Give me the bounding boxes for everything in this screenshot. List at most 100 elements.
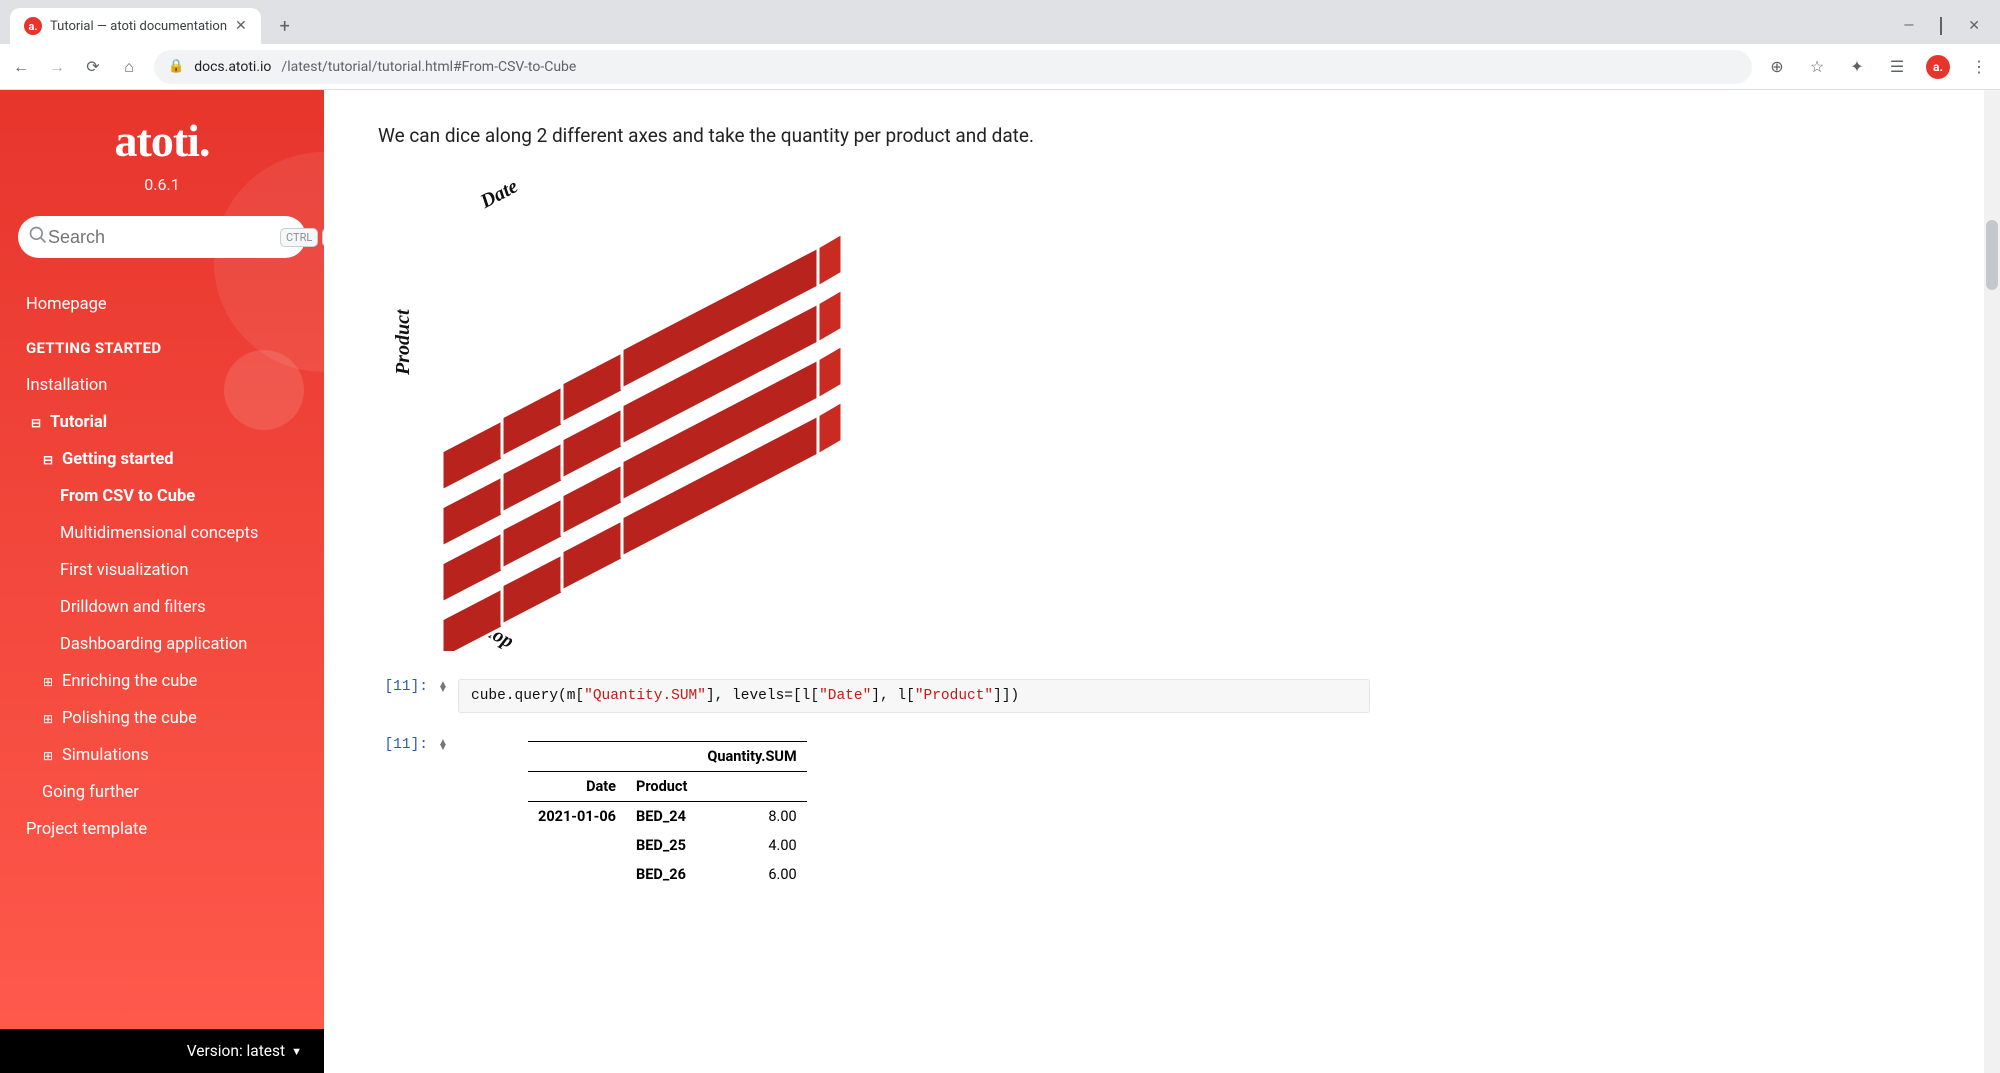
collapse-icon[interactable]: ⊟ xyxy=(30,416,42,430)
zoom-icon[interactable]: ⊕ xyxy=(1766,56,1788,78)
browser-titlebar: a. Tutorial — atoti documentation ✕ + — … xyxy=(0,0,2000,44)
axis-product-label: Product xyxy=(392,309,415,375)
code-frag: "Quantity.SUM" xyxy=(584,688,706,704)
browser-tab[interactable]: a. Tutorial — atoti documentation ✕ xyxy=(10,8,261,44)
output-table: Quantity.SUM DateProduct 2021-01-06 BED_… xyxy=(528,741,807,889)
intro-text: We can dice along 2 different axes and t… xyxy=(378,124,1370,147)
star-icon[interactable]: ☆ xyxy=(1806,56,1828,78)
sidebar-item-getting-started[interactable]: ⊟ Getting started xyxy=(0,441,324,478)
nav-label: Homepage xyxy=(26,295,107,314)
tab-favicon: a. xyxy=(24,17,42,35)
close-icon[interactable]: ✕ xyxy=(235,18,247,34)
cube-graphic xyxy=(442,211,872,651)
home-icon[interactable]: ⌂ xyxy=(118,56,140,78)
code-frag: "Date" xyxy=(819,688,871,704)
code-frag: cube.query(m[ xyxy=(471,688,584,704)
nav-label: From CSV to Cube xyxy=(60,487,195,506)
sidebar-item-from-csv[interactable]: From CSV to Cube xyxy=(0,478,324,515)
expand-icon[interactable]: ⊞ xyxy=(42,749,54,763)
nav-label: Tutorial xyxy=(50,413,107,432)
nav-label: Installation xyxy=(26,376,107,395)
minimize-icon[interactable]: — xyxy=(1903,18,1914,34)
code-cell-out: [11]: ▲▼ Quantity.SUM DateProduct 2021-0… xyxy=(378,737,1370,889)
nav-label: Project template xyxy=(26,820,147,839)
sidebar-item-enriching[interactable]: ⊞ Enriching the cube xyxy=(0,663,324,700)
code-box[interactable]: cube.query(m["Quantity.SUM"], levels=[l[… xyxy=(458,679,1370,713)
cell-value: 6.00 xyxy=(697,860,806,889)
cell-date xyxy=(528,860,626,889)
search-box[interactable]: CTRL K xyxy=(18,216,306,258)
sidebar-item-project-template[interactable]: Project template xyxy=(0,811,324,848)
cell-stepper-icon[interactable]: ▲▼ xyxy=(438,737,448,750)
tab-title: Tutorial — atoti documentation xyxy=(50,19,227,34)
cell-product: BED_24 xyxy=(626,802,697,832)
cell-date: 2021-01-06 xyxy=(528,802,626,832)
nav-label: Drilldown and filters xyxy=(60,598,206,617)
search-input[interactable] xyxy=(48,227,280,248)
cell-stepper-icon[interactable]: ▲▼ xyxy=(438,679,448,692)
window-controls: — ✕ xyxy=(1877,18,2000,44)
lock-icon: 🔒 xyxy=(168,59,184,74)
close-window-icon[interactable]: ✕ xyxy=(1968,18,1980,34)
nav-label: Enriching the cube xyxy=(62,672,197,691)
sidebar-item-drilldown[interactable]: Drilldown and filters xyxy=(0,589,324,626)
cell-date xyxy=(528,831,626,860)
version-selector[interactable]: Version: latest ▼ xyxy=(0,1029,324,1073)
nav-label: Dashboarding application xyxy=(60,635,247,654)
kebab-menu-icon[interactable]: ⋮ xyxy=(1968,56,1990,78)
caret-down-icon: ▼ xyxy=(291,1045,302,1058)
sidebar-item-dashboarding[interactable]: Dashboarding application xyxy=(0,626,324,663)
browser-toolbar: ← → ⟳ ⌂ 🔒 docs.atoti.io/latest/tutorial/… xyxy=(0,44,2000,90)
collapse-icon[interactable]: ⊟ xyxy=(42,453,54,467)
cell-product: BED_26 xyxy=(626,860,697,889)
logo: atoti. xyxy=(0,114,324,167)
reading-list-icon[interactable]: ☰ xyxy=(1886,56,1908,78)
forward-icon[interactable]: → xyxy=(46,56,68,78)
maximize-icon[interactable] xyxy=(1940,18,1942,34)
decor-circle-small xyxy=(224,350,304,430)
search-icon xyxy=(28,225,48,249)
code-cell-in: [11]: ▲▼ cube.query(m["Quantity.SUM"], l… xyxy=(378,679,1370,713)
version-label: Version: latest xyxy=(187,1042,285,1060)
profile-avatar[interactable]: a. xyxy=(1926,55,1950,79)
table-row: 2021-01-06 BED_24 8.00 xyxy=(528,802,807,832)
url-host: docs.atoti.io xyxy=(194,59,271,75)
cube-diagram: Date Product Shop xyxy=(372,175,892,655)
cell-value: 4.00 xyxy=(697,831,806,860)
nav-label: First visualization xyxy=(60,561,188,580)
sidebar-version: 0.6.1 xyxy=(0,175,324,194)
in-prompt-label: [11]: xyxy=(378,679,428,695)
extensions-icon[interactable]: ✦ xyxy=(1846,56,1868,78)
col-date: Date xyxy=(528,772,626,802)
col-product: Product xyxy=(626,772,697,802)
address-bar[interactable]: 🔒 docs.atoti.io/latest/tutorial/tutorial… xyxy=(154,50,1752,84)
table-row: BED_25 4.00 xyxy=(528,831,807,860)
scrollbar-thumb[interactable] xyxy=(1986,220,1998,290)
kbd-ctrl: CTRL xyxy=(280,228,318,247)
nav-label: Going further xyxy=(42,783,139,802)
sidebar-item-simulations[interactable]: ⊞Simulations xyxy=(0,737,324,774)
new-tab-button[interactable]: + xyxy=(271,12,299,40)
nav-label: Getting started xyxy=(62,450,174,469)
sidebar-item-first-vis[interactable]: First visualization xyxy=(0,552,324,589)
scrollbar[interactable] xyxy=(1984,90,2000,1073)
expand-icon[interactable]: ⊞ xyxy=(42,712,54,726)
reload-icon[interactable]: ⟳ xyxy=(82,56,104,78)
code-frag: ], levels=[l[ xyxy=(706,688,819,704)
sidebar-item-going-further[interactable]: Going further xyxy=(0,774,324,811)
url-path: /latest/tutorial/tutorial.html#From-CSV-… xyxy=(281,59,576,75)
content: We can dice along 2 different axes and t… xyxy=(324,90,2000,1073)
out-prompt-label: [11]: xyxy=(378,737,428,753)
sidebar-item-polishing[interactable]: ⊞ Polishing the cube xyxy=(0,700,324,737)
code-frag: ]]) xyxy=(993,688,1019,704)
back-icon[interactable]: ← xyxy=(10,56,32,78)
code-frag: "Product" xyxy=(915,688,993,704)
nav-label: Polishing the cube xyxy=(62,709,197,728)
sidebar-item-multidim[interactable]: Multidimensional concepts xyxy=(0,515,324,552)
table-row: BED_26 6.00 xyxy=(528,860,807,889)
expand-icon[interactable]: ⊞ xyxy=(42,675,54,689)
code-frag: ], l[ xyxy=(871,688,915,704)
sidebar: atoti. 0.6.1 CTRL K Homepage GETTING STA… xyxy=(0,90,324,1073)
cell-value: 8.00 xyxy=(697,802,806,832)
nav-label: Multidimensional concepts xyxy=(60,524,258,543)
